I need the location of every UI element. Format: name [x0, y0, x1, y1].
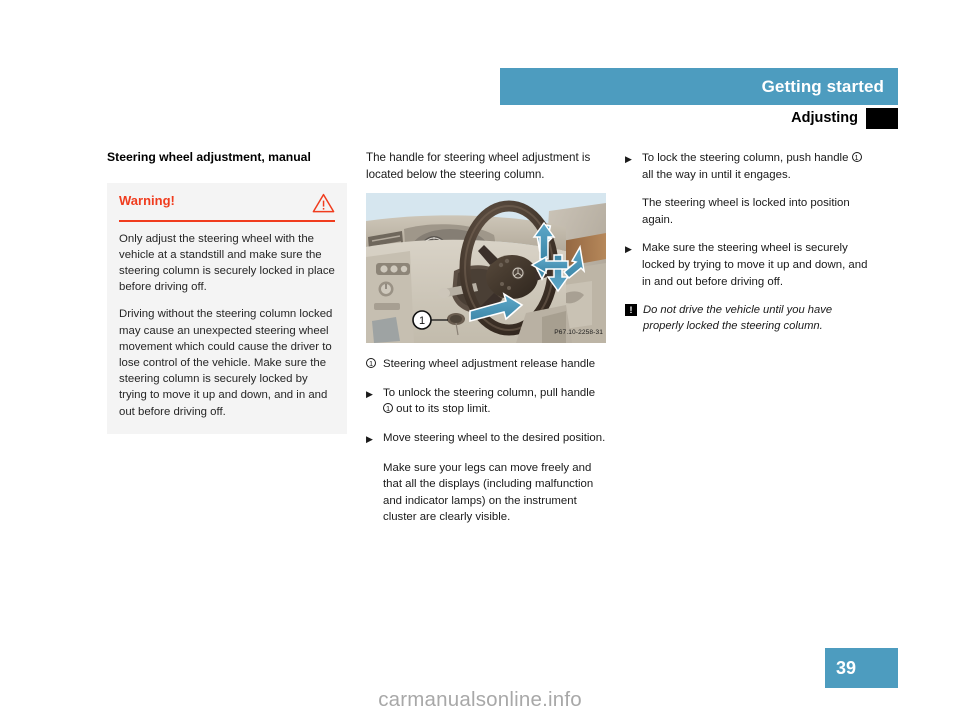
page-number: 39: [836, 657, 857, 678]
page-number-badge: 39: [825, 648, 898, 688]
list-item-text-after: out to its stop limit.: [393, 403, 491, 416]
middle-column: The handle for steering wheel adjustment…: [366, 150, 606, 538]
figure-caption: 1 Steering wheel adjustment release hand…: [366, 356, 606, 373]
list-item-text-before: To lock the steering column, push handle: [642, 152, 852, 164]
warning-label: Warning!: [119, 193, 175, 208]
chapter-title: Getting started: [761, 76, 884, 96]
right-column: ▶ To lock the steering column, push hand…: [625, 150, 870, 334]
exclamation-box-icon: !: [625, 304, 637, 317]
chapter-tab-marker: [866, 107, 898, 129]
figure-code: P67.10-2258-31: [554, 328, 603, 336]
caption-number-icon: 1: [366, 356, 383, 373]
warning-box: Warning! Only adjust the steering wheel …: [107, 183, 347, 434]
list-item-body: Make sure the steering wheel is securely…: [642, 242, 868, 288]
list-item: ▶ Make sure the steering wheel is secure…: [625, 240, 870, 290]
list-item-text-before: To unlock the steering column, pull hand…: [383, 386, 596, 399]
intro-paragraph: The handle for steering wheel adjustment…: [366, 151, 591, 181]
list-item: ▶ To unlock the steering column, pull ha…: [366, 385, 606, 418]
circled-one-icon: 1: [366, 358, 376, 369]
indent-note: Make sure your legs can move freely and …: [383, 461, 594, 524]
caption-text: Steering wheel adjustment release handle: [383, 358, 596, 371]
triangle-bullet-icon: ▶: [366, 388, 373, 399]
chapter-header-bar: Getting started: [500, 68, 898, 105]
note-block: ! Do not drive the vehicle until you hav…: [625, 302, 870, 334]
triangle-bullet-icon: ▶: [366, 433, 373, 444]
list-item-body: To unlock the steering column, pull hand…: [383, 385, 606, 418]
warning-paragraph-1: Only adjust the steering wheel with the …: [119, 232, 335, 294]
warning-header: Warning!: [119, 193, 335, 220]
triangle-bullet-icon: ▶: [625, 154, 632, 164]
watermark: carmanualsonline.info: [378, 688, 582, 711]
list-item: ▶ Move steering wheel to the desired pos…: [366, 430, 606, 448]
page-title: Steering wheel adjustment, manual: [107, 150, 311, 164]
warning-triangle-icon: [312, 193, 335, 213]
section-header-row: Adjusting: [500, 106, 898, 130]
warning-divider: [119, 220, 335, 222]
indent-note: The steering wheel is locked into positi…: [642, 197, 850, 226]
list-item-body: Move steering wheel to the desired posit…: [383, 431, 606, 444]
svg-text:1: 1: [419, 315, 425, 327]
list-item-body: To lock the steering column, push handle…: [642, 150, 870, 183]
warning-paragraph-2: Driving without the steering column lock…: [119, 308, 333, 418]
section-title: Adjusting: [791, 110, 858, 126]
note-text: Do not drive the vehicle until you have …: [643, 304, 833, 333]
circled-one-icon: 1: [851, 152, 862, 162]
triangle-bullet-icon: ▶: [625, 244, 632, 255]
steering-wheel-illustration: 1 P67.10-2258-31: [366, 193, 606, 344]
circled-one-icon: 1: [383, 403, 393, 414]
list-item-text-after: all the way in until it engages.: [642, 168, 791, 181]
left-column: Steering wheel adjustment, manual Warnin…: [107, 150, 347, 434]
list-item: ▶ To lock the steering column, push hand…: [625, 150, 870, 183]
